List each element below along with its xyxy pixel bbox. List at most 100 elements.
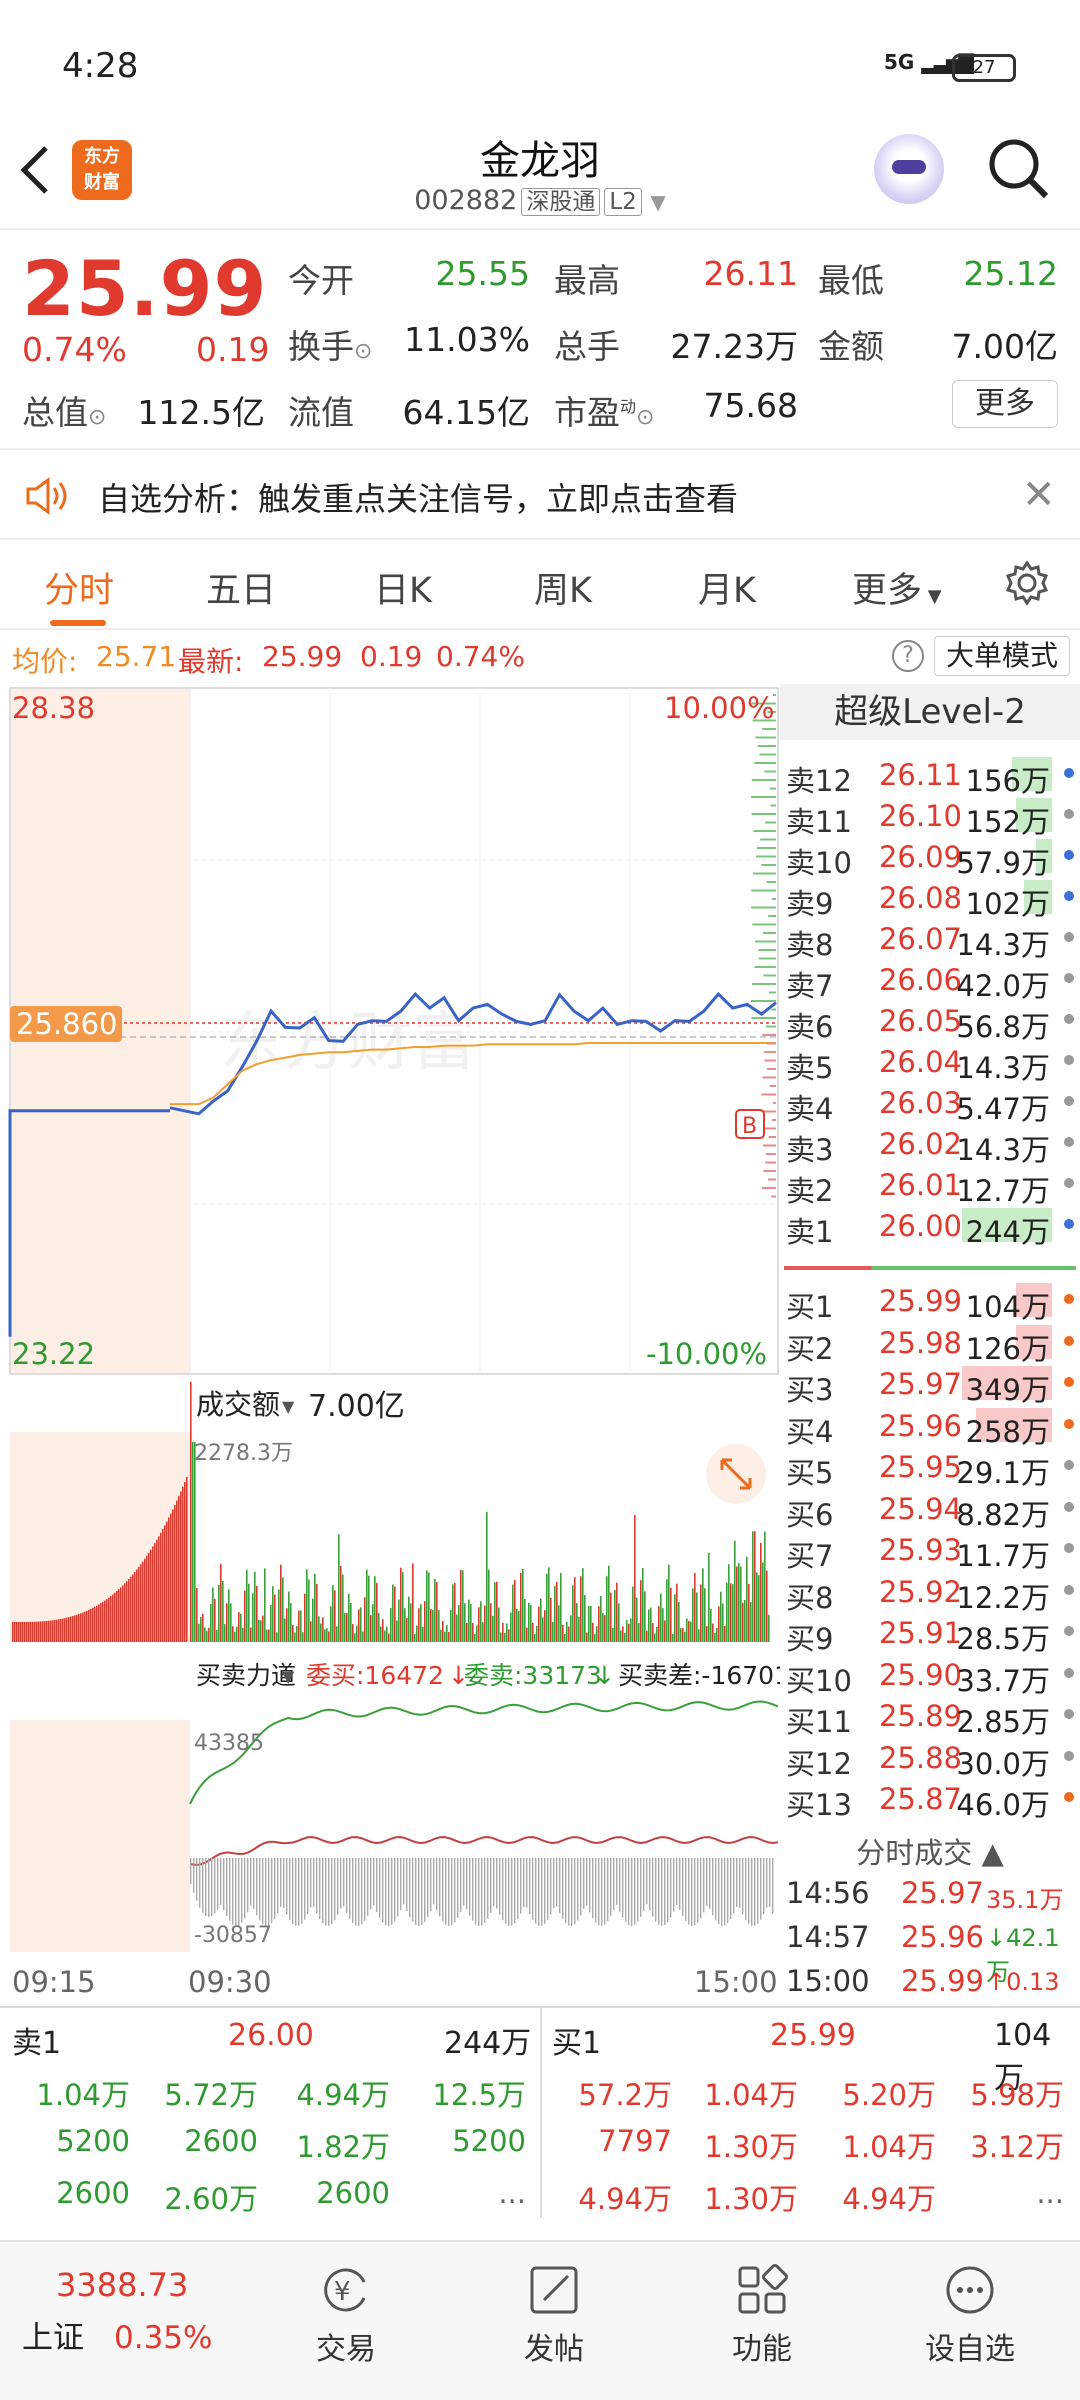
volume-bar bbox=[580, 1576, 582, 1642]
dropdown-icon[interactable]: ▼ bbox=[282, 1397, 295, 1416]
bid-row[interactable]: 买10 25.90 33.7万 bbox=[780, 1654, 1080, 1698]
depth-bar bbox=[758, 957, 776, 960]
tab-weekly-k[interactable]: 周K bbox=[534, 562, 592, 613]
nav-trade-label: 交易 bbox=[316, 2332, 376, 2367]
turnover-value: 11.03% bbox=[404, 320, 530, 359]
assistant-robot-icon[interactable] bbox=[874, 134, 944, 204]
volume-bar bbox=[162, 1529, 164, 1642]
turnover-label[interactable]: 换手⊙ bbox=[288, 320, 372, 368]
more-button[interactable]: 更多 bbox=[952, 380, 1058, 428]
info-icon[interactable]: ⊙ bbox=[636, 405, 654, 430]
volume-bar bbox=[58, 1619, 60, 1642]
volume-bar bbox=[270, 1604, 272, 1642]
nav-add-watchlist[interactable]: 设自选 bbox=[890, 2262, 1050, 2368]
volume-bar bbox=[24, 1621, 26, 1642]
force-diff-bar bbox=[556, 1858, 558, 1907]
amount-label: 金额 bbox=[818, 327, 884, 366]
nav-post[interactable]: 发帖 bbox=[474, 2262, 634, 2368]
status-bar: 4:28 5G ▂▃▅▇ 27 bbox=[0, 0, 1080, 120]
info-icon[interactable]: ⊙ bbox=[88, 405, 106, 430]
bid-row[interactable]: 买8 25.92 12.2万 bbox=[780, 1571, 1080, 1615]
volume-bar bbox=[318, 1616, 320, 1642]
index-ticker[interactable]: 3388.73 上证 0.35% bbox=[22, 2266, 262, 2357]
bid-row[interactable]: 买12 25.88 30.0万 bbox=[780, 1737, 1080, 1781]
volume-bar bbox=[130, 1576, 132, 1642]
tab-daily-k[interactable]: 日K bbox=[374, 562, 432, 613]
bid-row[interactable]: 买5 25.95 29.1万 bbox=[780, 1446, 1080, 1490]
info-icon[interactable]: ⊙ bbox=[354, 339, 372, 364]
bid-row[interactable]: 买1 25.99 104万 bbox=[780, 1280, 1080, 1324]
ask-row[interactable]: 卖1 26.00 244万 bbox=[780, 1205, 1080, 1249]
ask-row[interactable]: 卖11 26.10 152万 bbox=[780, 795, 1080, 839]
volume-label[interactable]: 成交额 bbox=[196, 1388, 280, 1421]
big-order-mode-button[interactable]: 大单模式 bbox=[934, 636, 1070, 676]
bid-row[interactable]: 买11 25.89 2.85万 bbox=[780, 1695, 1080, 1739]
ask-row[interactable]: 卖2 26.01 12.7万 bbox=[780, 1164, 1080, 1208]
force-diff-bar bbox=[313, 1858, 315, 1908]
dropdown-icon[interactable]: ▼ bbox=[650, 190, 665, 214]
tab-more[interactable]: 更多 ▼ bbox=[852, 562, 942, 613]
tab-monthly-k[interactable]: 月K bbox=[698, 562, 756, 613]
queue-buy-cell: 4.94万 bbox=[842, 2182, 936, 2216]
volume-bar bbox=[660, 1593, 662, 1642]
ask-row[interactable]: 卖4 26.03 5.47万 bbox=[780, 1082, 1080, 1126]
volume-bar bbox=[290, 1602, 292, 1642]
ask-row[interactable]: 卖8 26.07 14.3万 bbox=[780, 918, 1080, 962]
pe-label[interactable]: 市盈动⊙ bbox=[554, 386, 654, 434]
volume-bar bbox=[554, 1585, 556, 1642]
volume-bar bbox=[142, 1561, 144, 1642]
force-diff-bar bbox=[634, 1858, 636, 1925]
search-icon[interactable] bbox=[986, 134, 1052, 206]
volume-bar bbox=[654, 1633, 656, 1642]
book-volume: 14.3万 bbox=[956, 928, 1050, 962]
bid-row[interactable]: 买2 25.98 126万 bbox=[780, 1322, 1080, 1366]
nav-functions[interactable]: 功能 bbox=[682, 2262, 842, 2368]
book-level-label: 买7 bbox=[786, 1539, 834, 1573]
ask-row[interactable]: 卖10 26.09 57.9万 bbox=[780, 836, 1080, 880]
bid-row[interactable]: 买9 25.91 28.5万 bbox=[780, 1612, 1080, 1656]
volume-bar bbox=[332, 1585, 334, 1642]
book-volume: 152万 bbox=[965, 805, 1050, 839]
volume-bar bbox=[242, 1627, 244, 1642]
status-dot-icon bbox=[1064, 850, 1074, 860]
volume-bar bbox=[482, 1622, 484, 1642]
tab-five-day[interactable]: 五日 bbox=[206, 562, 276, 613]
bid-row[interactable]: 买3 25.97 349万 bbox=[780, 1363, 1080, 1407]
ask-row[interactable]: 卖3 26.02 14.3万 bbox=[780, 1123, 1080, 1167]
book-level-label: 卖7 bbox=[786, 969, 834, 1003]
ask-row[interactable]: 卖5 26.04 14.3万 bbox=[780, 1041, 1080, 1085]
force-diff-bar bbox=[646, 1858, 648, 1905]
amount-value: 7.00亿 bbox=[951, 327, 1058, 366]
intraday-chart[interactable]: 东方财富 28.38 23.22 10.00% -10.00% 25.860 B… bbox=[0, 684, 790, 2004]
force-diff-bar bbox=[295, 1858, 297, 1926]
b-marker-label: B bbox=[742, 1114, 757, 1139]
close-icon[interactable]: ✕ bbox=[1022, 472, 1056, 518]
level2-title[interactable]: 超级Level-2 bbox=[780, 684, 1080, 740]
nav-trade[interactable]: ¥ 交易 bbox=[266, 2262, 426, 2368]
bid-row[interactable]: 买7 25.93 11.7万 bbox=[780, 1529, 1080, 1573]
ask-row[interactable]: 卖9 26.08 102万 bbox=[780, 877, 1080, 921]
volume-bar bbox=[260, 1620, 262, 1642]
volume-bar bbox=[228, 1589, 230, 1642]
analysis-notice[interactable]: 自选分析：触发重点关注信号，立即点击查看 ✕ bbox=[0, 448, 1080, 540]
ask-row[interactable]: 卖6 26.05 56.8万 bbox=[780, 1000, 1080, 1044]
book-price: 26.05 bbox=[878, 1004, 962, 1038]
market-cap-label[interactable]: 总值⊙ bbox=[22, 386, 106, 434]
bid-row[interactable]: 买6 25.94 8.82万 bbox=[780, 1488, 1080, 1532]
force-label[interactable]: 买卖力道 bbox=[196, 1661, 296, 1690]
gear-icon[interactable] bbox=[1004, 560, 1050, 606]
force-diff-bar bbox=[706, 1858, 708, 1906]
speaker-icon bbox=[24, 476, 72, 516]
depth-bar bbox=[753, 830, 776, 832]
volume-bar bbox=[196, 1587, 198, 1642]
bid-row[interactable]: 买13 25.87 46.0万 bbox=[780, 1778, 1080, 1822]
dropdown-icon[interactable]: ▼ bbox=[282, 1667, 295, 1686]
volume-bar bbox=[234, 1631, 236, 1642]
trades-title[interactable]: 分时成交 ▲ bbox=[780, 1830, 1080, 1872]
ask-row[interactable]: 卖12 26.11 156万 bbox=[780, 754, 1080, 798]
ask-row[interactable]: 卖7 26.06 42.0万 bbox=[780, 959, 1080, 1003]
help-icon[interactable]: ? bbox=[892, 640, 924, 672]
tab-intraday[interactable]: 分时 bbox=[44, 562, 114, 613]
force-diff-bar bbox=[493, 1858, 495, 1907]
bid-row[interactable]: 买4 25.96 258万 bbox=[780, 1405, 1080, 1449]
